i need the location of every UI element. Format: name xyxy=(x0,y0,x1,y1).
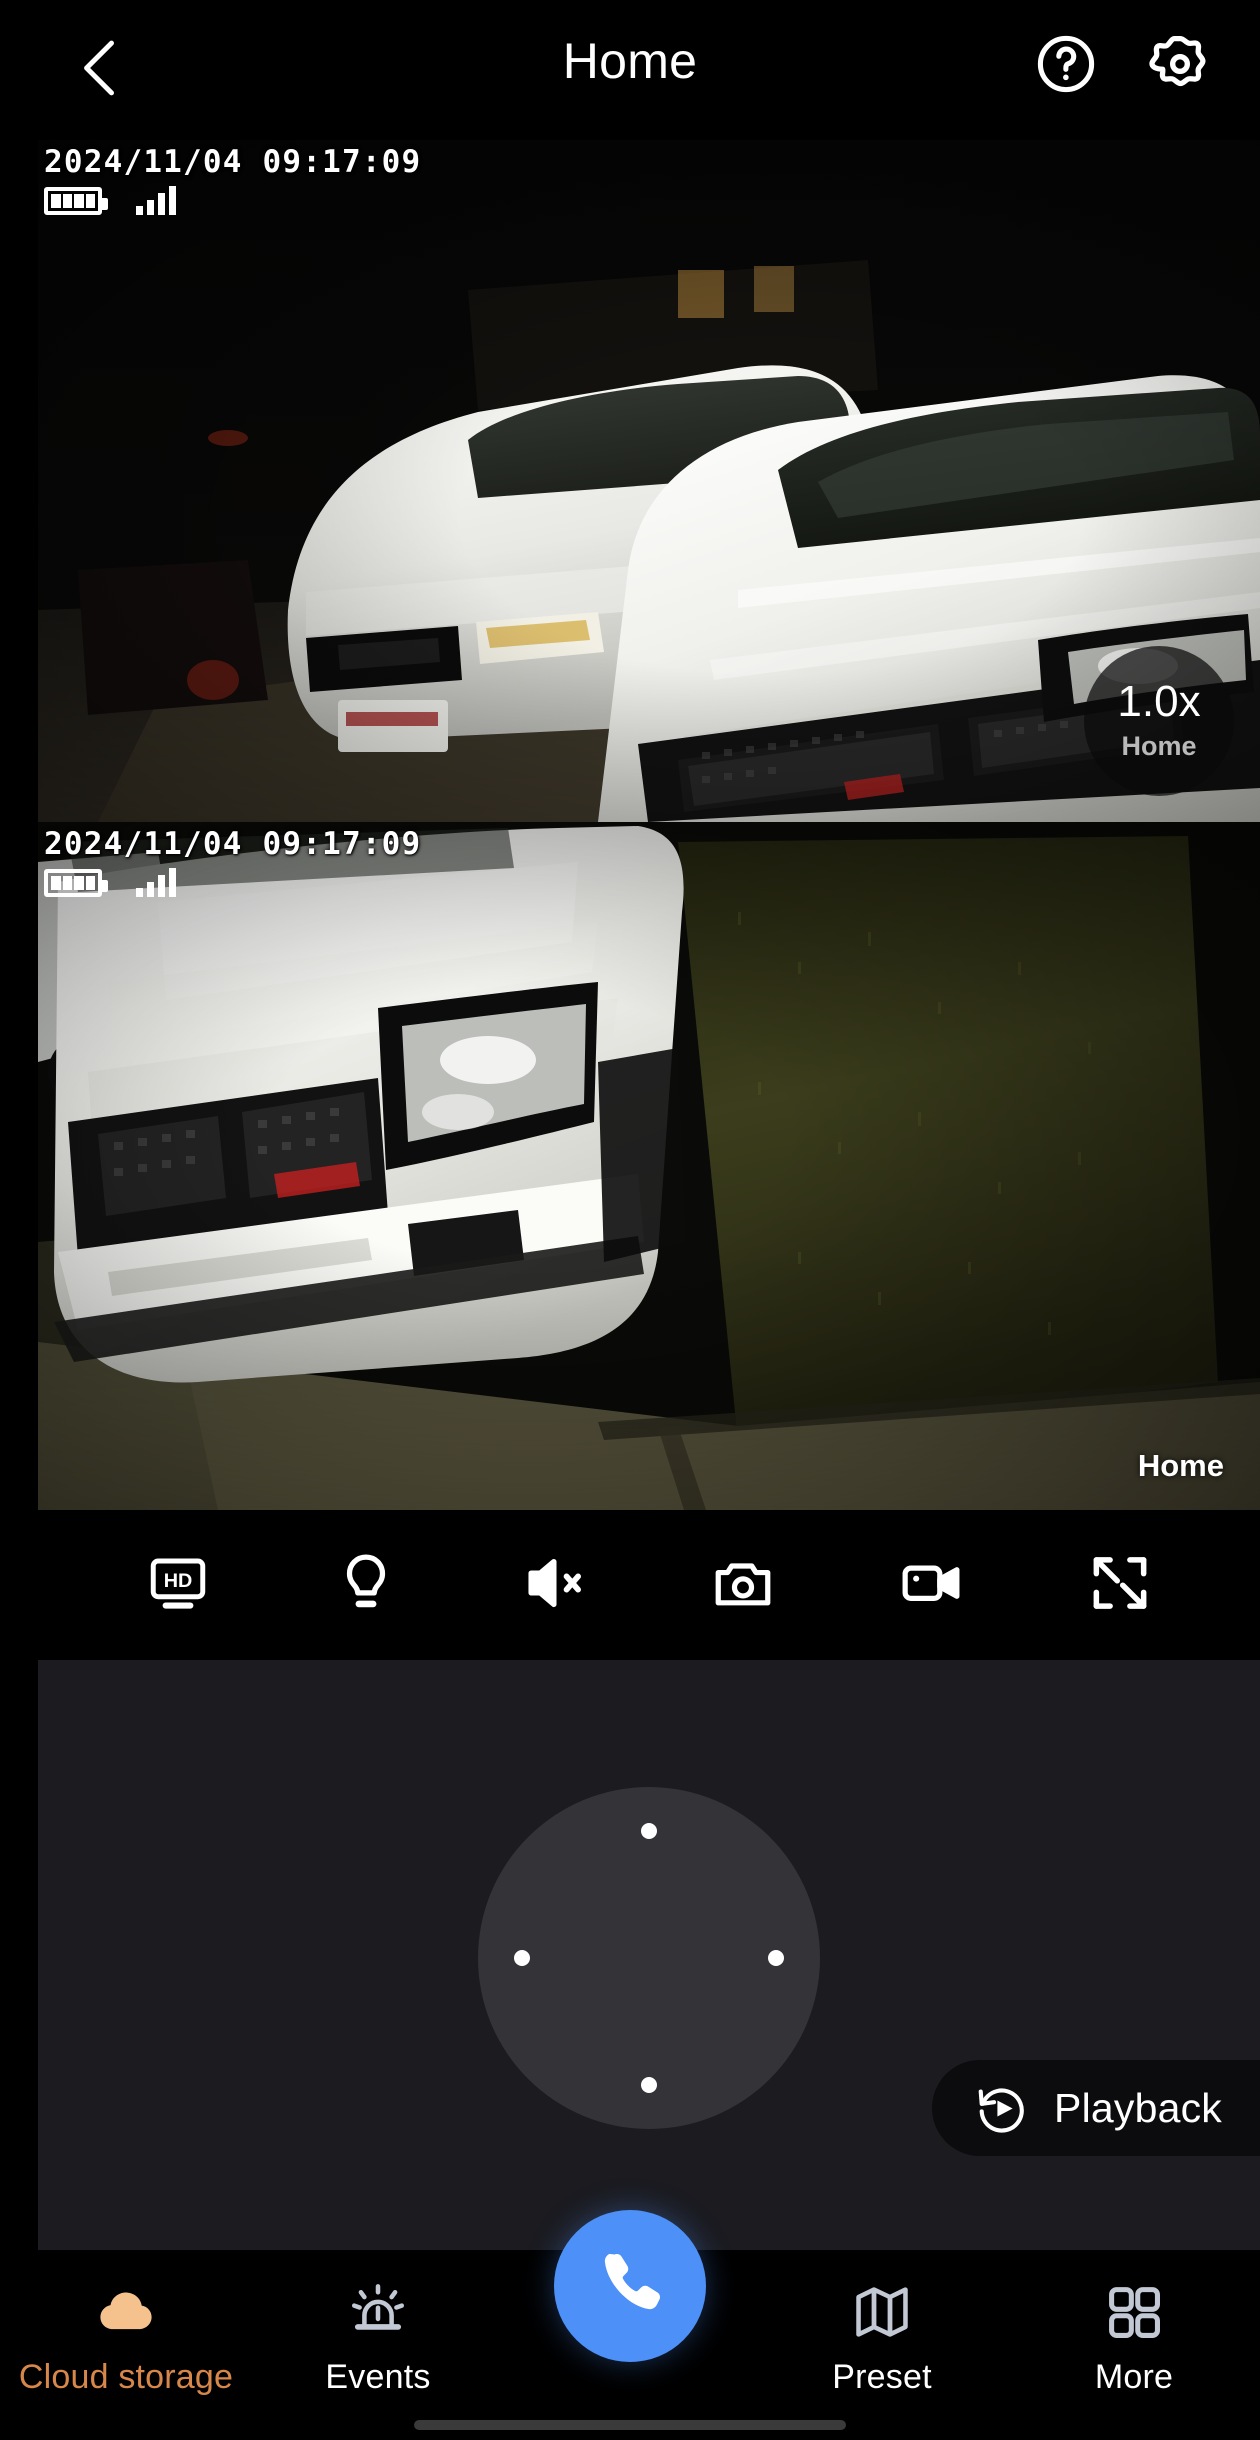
help-button[interactable] xyxy=(1030,30,1102,102)
light-bulb-icon xyxy=(333,1550,399,1621)
map-fold-icon xyxy=(850,2270,914,2344)
osd-timestamp: 2024/11/04 09:17:09 xyxy=(44,144,422,180)
snapshot-button[interactable] xyxy=(693,1535,793,1635)
playback-button[interactable]: Playback xyxy=(932,2060,1260,2156)
nav-label-events: Events xyxy=(325,2358,431,2396)
record-button[interactable] xyxy=(881,1535,981,1635)
replay-play-icon xyxy=(972,2078,1032,2138)
nav-label-more: More xyxy=(1094,2358,1174,2396)
zoom-level-badge[interactable]: 1.0x Home xyxy=(1084,646,1234,796)
grid-2x2-icon xyxy=(1102,2270,1166,2344)
speaker-muted-icon xyxy=(522,1550,588,1621)
ptz-left-icon[interactable] xyxy=(514,1950,530,1966)
video-pane-secondary[interactable]: 2024/11/04 09:17:09 Home xyxy=(38,822,1260,1510)
ptz-right-icon[interactable] xyxy=(768,1950,784,1966)
alarm-siren-icon xyxy=(346,2270,410,2344)
header-actions xyxy=(1030,30,1216,102)
osd-overlay-primary: 2024/11/04 09:17:09 xyxy=(44,144,422,216)
mute-button[interactable] xyxy=(505,1535,605,1635)
video-camera-icon xyxy=(898,1550,964,1621)
camera-name-label: Home xyxy=(1121,731,1197,761)
camera-feed-secondary xyxy=(38,822,1260,1510)
home-indicator xyxy=(414,2420,846,2430)
hd-monitor-icon: HD xyxy=(145,1550,211,1621)
ptz-up-icon[interactable] xyxy=(641,1823,657,1839)
zoom-level-value: 1.0x xyxy=(1117,677,1201,726)
help-circle-icon xyxy=(1034,32,1098,101)
ptz-down-icon[interactable] xyxy=(641,2077,657,2093)
nav-item-cloud-storage[interactable]: Cloud storage xyxy=(0,2250,252,2397)
settings-button[interactable] xyxy=(1144,30,1216,102)
nav-item-events[interactable]: Events xyxy=(252,2250,504,2397)
hd-quality-button[interactable]: HD xyxy=(128,1535,228,1635)
video-pane-primary[interactable]: 2024/11/04 09:17:09 1.0x Home xyxy=(38,140,1260,822)
app-screen: Home 2024/11/04 09:17:09 1.0x Home 2024/… xyxy=(0,0,1260,2440)
camera-feed-primary xyxy=(38,140,1260,822)
ptz-directional-pad[interactable] xyxy=(478,1787,820,2129)
video-controls-toolbar: HD xyxy=(38,1510,1260,1660)
vignette-overlay xyxy=(38,140,1260,822)
expand-arrows-icon xyxy=(1087,1550,1153,1621)
nav-label-preset: Preset xyxy=(832,2358,932,2396)
ptz-control-panel xyxy=(38,1660,1260,2250)
osd-overlay-secondary: 2024/11/04 09:17:09 xyxy=(44,826,422,898)
battery-full-icon xyxy=(44,187,108,216)
camera-name-watermark: Home xyxy=(1137,1448,1224,1483)
app-header: Home xyxy=(0,0,1260,140)
phone-handset-icon xyxy=(592,2246,668,2327)
signal-bars-icon xyxy=(136,865,176,898)
battery-full-icon xyxy=(44,869,108,898)
vignette-overlay-2 xyxy=(38,822,1260,1510)
nav-label-cloud-storage: Cloud storage xyxy=(18,2358,234,2396)
signal-bars-icon xyxy=(136,183,176,216)
playback-label: Playback xyxy=(1054,2084,1222,2131)
talk-call-button[interactable] xyxy=(554,2210,706,2362)
camera-icon xyxy=(710,1550,776,1621)
cloud-icon xyxy=(94,2270,158,2344)
fullscreen-button[interactable] xyxy=(1070,1535,1170,1635)
osd-timestamp: 2024/11/04 09:17:09 xyxy=(44,826,422,862)
nav-item-more[interactable]: More xyxy=(1008,2250,1260,2397)
gear-icon xyxy=(1148,32,1212,101)
svg-text:HD: HD xyxy=(164,1569,193,1591)
nav-item-preset[interactable]: Preset xyxy=(756,2250,1008,2397)
light-button[interactable] xyxy=(316,1535,416,1635)
